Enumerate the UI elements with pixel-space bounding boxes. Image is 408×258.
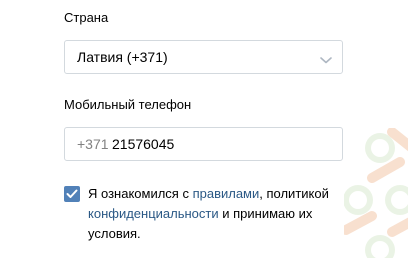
agree-text-part: Я ознакомился с [88, 186, 193, 201]
watermark [344, 128, 408, 258]
agree-checkbox[interactable] [64, 186, 80, 202]
chevron-down-icon [320, 52, 332, 64]
checkmark-icon [66, 189, 78, 198]
rules-link[interactable]: правилами [193, 186, 260, 201]
agree-text-part: , политикой [259, 186, 329, 201]
agree-text: Я ознакомился с правилами, политикой кон… [88, 184, 358, 244]
phone-input[interactable]: +371 21576045 [64, 127, 343, 161]
country-label: Страна [64, 10, 109, 25]
country-select-value: Латвия (+371) [77, 49, 168, 65]
phone-label: Мобильный телефон [64, 97, 192, 112]
privacy-link[interactable]: конфиденциальности [88, 206, 219, 221]
country-select[interactable]: Латвия (+371) [64, 40, 343, 74]
phone-prefix: +371 [77, 136, 109, 152]
phone-number[interactable]: 21576045 [112, 136, 174, 152]
